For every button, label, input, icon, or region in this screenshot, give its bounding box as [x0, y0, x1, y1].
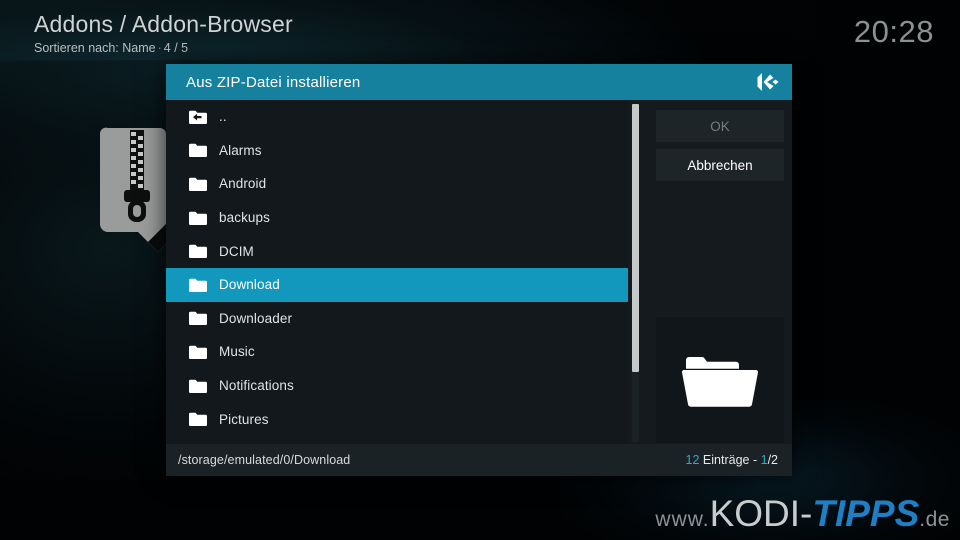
list-scrollbar-track[interactable]	[632, 104, 639, 442]
page-current: 1	[760, 453, 768, 467]
watermark-tipps: TIPPS	[812, 493, 920, 534]
folder-icon	[188, 378, 208, 394]
dialog-title: Aus ZIP-Datei installieren	[186, 73, 361, 91]
file-row-label: Music	[219, 344, 255, 360]
item-position: 4 / 5	[163, 41, 189, 55]
dialog-status-bar: /storage/emulated/0/Download 12 Einträge…	[166, 444, 792, 476]
ok-button[interactable]: OK	[656, 110, 784, 142]
breadcrumb-header: Addons / Addon-Browser Sortieren nach: N…	[34, 10, 293, 57]
item-count-label: Einträge -	[702, 453, 758, 467]
list-scrollbar-thumb[interactable]	[632, 104, 639, 372]
dialog-side-panel: OK Abbrechen	[648, 100, 792, 444]
file-row-label: backups	[219, 210, 270, 226]
sort-label: Sortieren nach: Name	[34, 41, 156, 55]
folder-icon	[188, 277, 208, 293]
watermark-kodi: KODI-	[709, 493, 813, 534]
folder-icon	[188, 344, 208, 360]
item-count-number: 12	[685, 453, 700, 467]
folder-icon	[188, 411, 208, 427]
item-count: 12 Einträge - 1/2	[686, 453, 778, 467]
file-row-label: Download	[219, 277, 280, 293]
watermark-www: www.	[655, 508, 710, 531]
file-row-label: Alarms	[219, 142, 262, 158]
kodi-screen: Addons / Addon-Browser Sortieren nach: N…	[0, 0, 960, 540]
folder-icon	[188, 243, 208, 259]
file-row-selected[interactable]: Download	[166, 267, 628, 302]
file-row[interactable]: Android	[166, 167, 628, 201]
watermark-de: .de	[919, 508, 950, 531]
open-folder-icon	[680, 348, 760, 412]
file-row-label: Downloader	[219, 310, 293, 326]
file-list[interactable]: .. Alarms Android backups DCIM Download Downlo…	[166, 100, 628, 444]
folder-icon	[188, 210, 208, 226]
file-row-label: Notifications	[219, 378, 294, 394]
kodi-logo-icon	[756, 71, 780, 93]
page-total: /2	[767, 453, 778, 467]
folder-icon	[188, 142, 208, 158]
file-row[interactable]: Music	[166, 335, 628, 369]
page-title: Addons / Addon-Browser	[34, 11, 293, 37]
file-row[interactable]: ..	[166, 100, 628, 134]
file-row-label: ..	[219, 109, 227, 125]
file-row[interactable]: Downloader	[166, 302, 628, 336]
sort-info: Sortieren nach: Name · 4 / 5	[34, 39, 293, 57]
file-row[interactable]: DCIM	[166, 234, 628, 268]
site-watermark: www. KODI- TIPPS .de	[655, 495, 950, 532]
file-row[interactable]: Notifications	[166, 369, 628, 403]
preview-panel	[656, 317, 784, 443]
file-row-label: Pictures	[219, 411, 269, 427]
current-path: /storage/emulated/0/Download	[178, 453, 351, 467]
file-row[interactable]: Pictures	[166, 402, 628, 436]
install-from-zip-dialog: Aus ZIP-Datei installieren .. Alarms Andro…	[166, 64, 792, 476]
clock: 20:28	[853, 14, 934, 49]
folder-icon	[188, 310, 208, 326]
folder-back-icon	[188, 109, 208, 125]
file-row-label: Android	[219, 176, 267, 192]
folder-icon	[188, 176, 208, 192]
dialog-titlebar: Aus ZIP-Datei installieren	[166, 64, 792, 100]
file-row[interactable]: backups	[166, 201, 628, 235]
dialog-body: .. Alarms Android backups DCIM Download Downlo…	[166, 100, 792, 476]
sort-separator: ·	[157, 41, 162, 55]
file-row[interactable]: Alarms	[166, 134, 628, 168]
file-row-label: DCIM	[219, 243, 254, 259]
cancel-button[interactable]: Abbrechen	[656, 149, 784, 181]
